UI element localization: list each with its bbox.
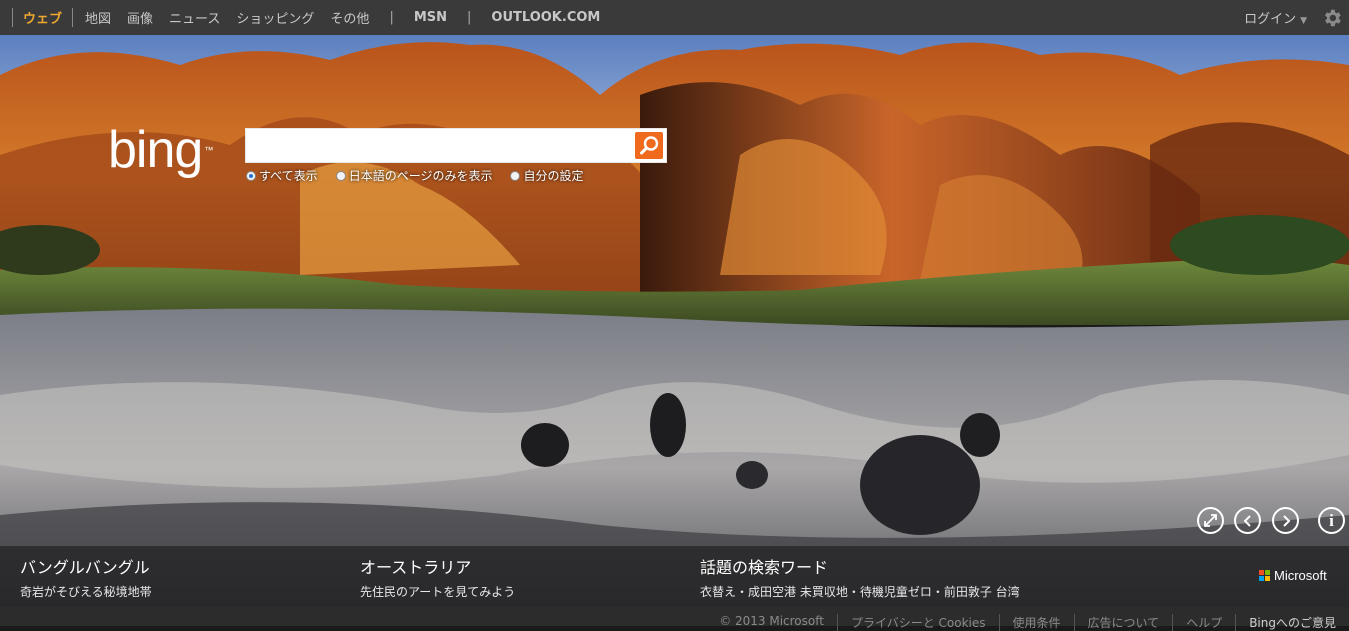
scope-custom[interactable]: 自分の設定 — [510, 167, 583, 184]
scope-all[interactable]: すべて表示 — [246, 167, 318, 184]
info-subtitle[interactable]: 奇岩がそびえる秘境地帯 — [20, 583, 152, 600]
search-icon — [640, 136, 659, 155]
previous-image-button[interactable] — [1234, 507, 1261, 534]
scope-nav: ウェブ 地図 画像 ニュース ショッピング その他 | MSN | OUTLOO… — [0, 0, 608, 35]
radio-button[interactable] — [510, 170, 521, 181]
nav-outlook[interactable]: OUTLOOK.COM — [483, 10, 608, 25]
scope-all-label: すべて表示 — [259, 169, 318, 183]
trademark-symbol: ™ — [204, 145, 213, 155]
scope-japanese-label: 日本語のページのみを表示 — [348, 169, 493, 183]
gear-icon[interactable] — [1321, 7, 1343, 29]
search-button[interactable] — [635, 132, 663, 159]
info-title[interactable]: バングルバングル — [20, 554, 152, 578]
login-link[interactable]: ログイン ▼ — [1244, 8, 1307, 27]
bing-logo[interactable]: bing ™ — [108, 121, 213, 179]
footer-privacy-link[interactable]: プライバシーと Cookies — [836, 614, 999, 631]
fullscreen-icon — [1204, 514, 1217, 527]
image-info-button[interactable]: i — [1318, 507, 1345, 534]
nav-maps[interactable]: 地図 — [77, 8, 119, 27]
info-title[interactable]: 話題の検索ワード — [700, 554, 1020, 578]
info-strip: バングルバングル 奇岩がそびえる秘境地帯 オーストラリア 先住民のアートを見てみ… — [0, 546, 1349, 607]
search-input[interactable] — [250, 132, 634, 161]
nav-separator: | — [389, 10, 394, 25]
search-box — [245, 128, 667, 163]
footer-terms-link[interactable]: 使用条件 — [998, 614, 1074, 631]
chevron-down-icon: ▼ — [1300, 16, 1307, 26]
scope-japanese[interactable]: 日本語のページのみを表示 — [335, 167, 493, 184]
chevron-right-icon — [1282, 514, 1290, 527]
top-navigation-bar: ウェブ 地図 画像 ニュース ショッピング その他 | MSN | OUTLOO… — [0, 0, 1349, 35]
nav-more[interactable]: その他 — [322, 8, 377, 27]
trending-searches: 話題の検索ワード 衣替え・成田空港 未買収地・待機児童ゼロ・前田敦子 台湾 — [700, 554, 1020, 600]
microsoft-brand[interactable]: Microsoft — [1259, 568, 1327, 583]
info-subtitle[interactable]: 衣替え・成田空港 未買収地・待機児童ゼロ・前田敦子 台湾 — [700, 583, 1020, 600]
info-title[interactable]: オーストラリア — [360, 554, 515, 578]
login-label: ログイン — [1244, 12, 1297, 27]
info-subtitle[interactable]: 先住民のアートを見てみよう — [360, 583, 515, 600]
logo-text: bing — [108, 121, 203, 179]
fullscreen-button[interactable] — [1197, 507, 1224, 534]
footer-feedback-link[interactable]: Bingへのご意見 — [1235, 614, 1349, 631]
account-area: ログイン ▼ — [1244, 0, 1349, 35]
scope-custom-label: 自分の設定 — [523, 169, 584, 183]
hotspot-location: バングルバングル 奇岩がそびえる秘境地帯 — [20, 554, 152, 600]
info-icon: i — [1329, 510, 1334, 530]
search-scope-options: すべて表示 日本語のページのみを表示 自分の設定 — [246, 167, 583, 184]
radio-button-selected[interactable] — [246, 170, 256, 181]
nav-news[interactable]: ニュース — [161, 8, 228, 27]
nav-web[interactable]: ウェブ — [12, 8, 74, 27]
nav-separator: | — [467, 10, 472, 25]
radio-button[interactable] — [335, 170, 346, 181]
microsoft-logo-icon — [1259, 570, 1270, 581]
footer-help-link[interactable]: ヘルプ — [1172, 614, 1235, 631]
next-image-button[interactable] — [1272, 507, 1299, 534]
footer: © 2013 Microsoft プライバシーと Cookies 使用条件 広告… — [0, 607, 1349, 631]
chevron-left-icon — [1243, 514, 1251, 527]
microsoft-label: Microsoft — [1274, 568, 1327, 583]
nav-images[interactable]: 画像 — [119, 8, 161, 27]
footer-ads-link[interactable]: 広告について — [1073, 614, 1173, 631]
hotspot-country: オーストラリア 先住民のアートを見てみよう — [360, 554, 515, 600]
nav-shopping[interactable]: ショッピング — [228, 8, 322, 27]
nav-msn[interactable]: MSN — [406, 10, 455, 25]
